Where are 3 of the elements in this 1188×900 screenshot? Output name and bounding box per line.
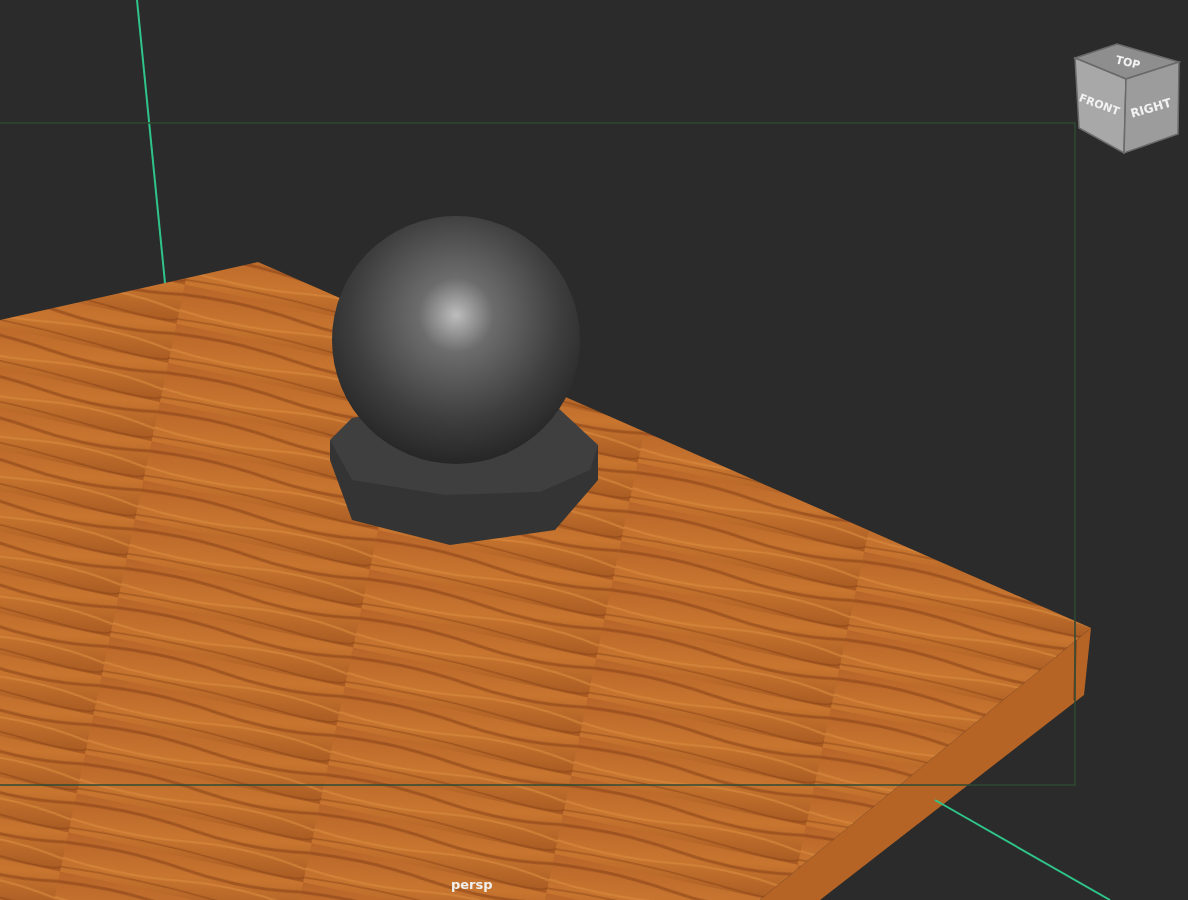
- camera-label: persp: [451, 877, 493, 892]
- view-cube-label[interactable]: TOP: [1114, 53, 1142, 72]
- view-cube[interactable]: [1072, 43, 1182, 155]
